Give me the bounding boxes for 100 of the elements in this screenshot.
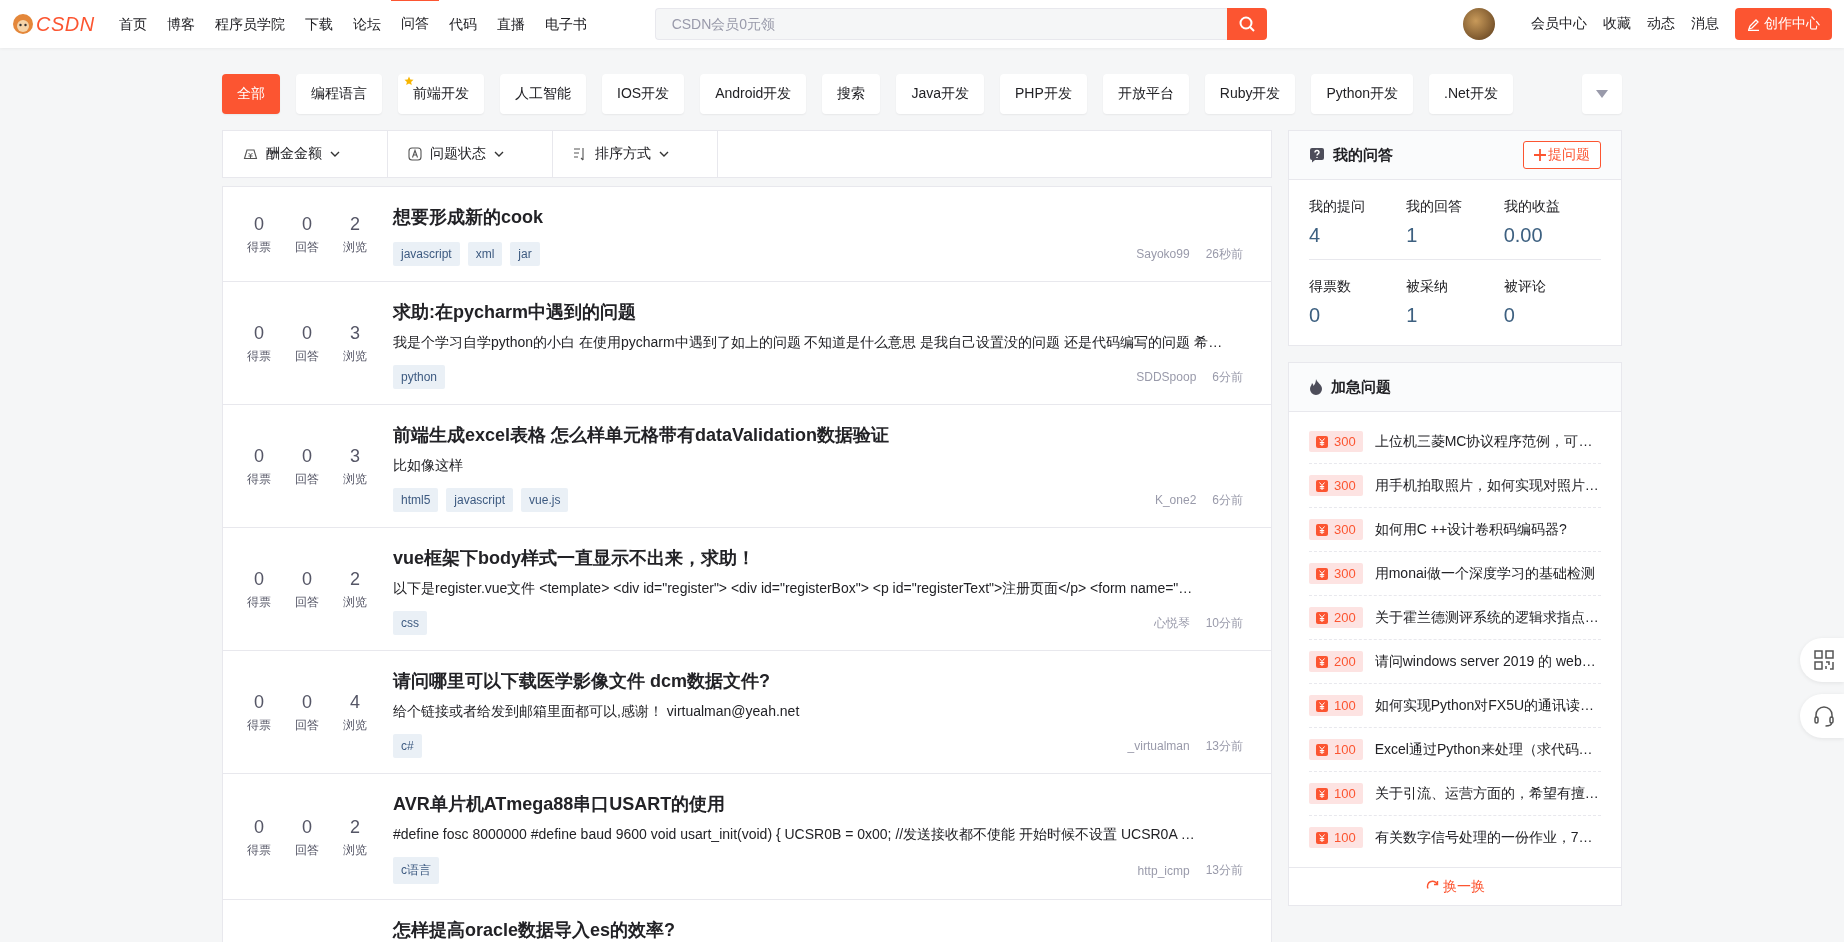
tag[interactable]: css	[393, 611, 427, 635]
question-title[interactable]: 请问哪里可以下载医学影像文件 dcm数据文件?	[393, 668, 1243, 694]
reward-badge: 300	[1309, 431, 1363, 452]
stat-label: 得票数	[1309, 278, 1352, 296]
stat-count: 0	[302, 214, 312, 235]
urgent-question-link[interactable]: 有关数字信号处理的一份作业，7…	[1374, 828, 1593, 847]
reward-badge: 100	[1309, 695, 1363, 716]
nav-link[interactable]: 电子书	[534, 0, 597, 48]
category-tab[interactable]: IOS开发	[602, 74, 685, 114]
nav-link[interactable]: 收藏	[1595, 15, 1639, 33]
stat-label: 回答	[295, 594, 319, 611]
question-excerpt: 我是个学习自学python的小白 在使用pycharm中遇到了如上的问题 不知道是什么意思 是我自己设置没的问题 还是代码编写的问题 希…	[393, 333, 1224, 352]
nav-link[interactable]: 会员中心	[1523, 15, 1595, 33]
category-tab[interactable]: Ruby开发	[1204, 74, 1296, 114]
yuan-icon	[1316, 787, 1328, 800]
stat-value[interactable]: 1	[1406, 304, 1504, 327]
question-excerpt: 以下是register.vue文件 <template> <div id="register"> <div id="registerBox"> <p id="registerText">注册页面</p> <form name="…	[393, 579, 1194, 598]
nav-link[interactable]: 下载	[294, 0, 343, 48]
question-title[interactable]: 求助:在pycharm中遇到的问题	[393, 299, 1243, 325]
nav-link[interactable]: 首页	[108, 0, 157, 48]
category-tab[interactable]: PHP开发	[999, 74, 1087, 114]
category-tab[interactable]: Python开发	[1311, 74, 1414, 114]
plus-icon	[1534, 149, 1546, 161]
stat-count: 3	[350, 446, 360, 467]
nav-link[interactable]: 程序员学院	[204, 0, 295, 48]
stat-value[interactable]: 0	[1309, 304, 1407, 327]
nav-link[interactable]: 动态	[1639, 15, 1683, 33]
stat-count: 0	[254, 816, 264, 838]
yuan-icon	[1316, 523, 1328, 536]
post-time: 6分前	[1212, 491, 1243, 509]
stat-value[interactable]: 0.00	[1503, 224, 1601, 247]
nav-link[interactable]: 消息	[1683, 15, 1727, 33]
nav-link[interactable]: 代码	[438, 0, 487, 48]
stat-value[interactable]: 0	[1503, 304, 1601, 327]
urgent-question-link[interactable]: 关于霍兰德测评系统的逻辑求指点…	[1374, 608, 1599, 627]
stat-label: 浏览	[343, 348, 367, 365]
urgent-question-link[interactable]: 关于引流、运营方面的，希望有擅…	[1374, 784, 1599, 803]
reward-badge: 100	[1309, 827, 1363, 848]
question-excerpt: 比如像这样	[393, 456, 464, 475]
tag[interactable]: html5	[393, 488, 439, 512]
letter-a-icon	[408, 147, 422, 161]
urgent-question-link[interactable]: Excel通过Python来处理（求代码…	[1374, 740, 1593, 759]
tag[interactable]: c#	[393, 734, 422, 758]
qr-code-icon	[1814, 650, 1834, 670]
urgent-question-link[interactable]: 请问windows server 2019 的 web…	[1374, 652, 1596, 671]
search-button[interactable]	[1226, 8, 1267, 40]
stat-label: 回答	[295, 717, 319, 734]
nav-link[interactable]: 问答	[390, 0, 439, 49]
card-title: 加急问题	[1331, 377, 1391, 397]
monkey-logo-icon	[12, 13, 34, 35]
stat-count: 0	[302, 692, 312, 713]
category-tab[interactable]: Android开发	[700, 74, 807, 114]
stat-label: 回答	[295, 239, 319, 256]
category-tab[interactable]: 前端开发	[398, 74, 484, 114]
reward-badge: 300	[1309, 519, 1363, 540]
yuan-icon	[1316, 567, 1328, 580]
category-tab[interactable]: 人工智能	[500, 74, 586, 114]
urgent-question-link[interactable]: 用monai做一个深度学习的基础检测	[1374, 564, 1595, 583]
stat-value[interactable]: 1	[1406, 224, 1504, 247]
category-tab[interactable]: 编程语言	[296, 74, 382, 114]
tag[interactable]: xml	[467, 242, 503, 266]
tag[interactable]: jar	[510, 242, 540, 266]
more-categories-button[interactable]	[1582, 74, 1622, 114]
category-tab[interactable]: 开放平台	[1102, 74, 1189, 114]
urgent-question-link[interactable]: 如何实现Python对FX5U的通讯读…	[1374, 696, 1595, 715]
category-tab[interactable]: Java开发	[896, 74, 984, 114]
question-title[interactable]: 前端生成excel表格 怎么样单元格带有dataValidation数据验证	[393, 422, 1243, 448]
question-title[interactable]: AVR单片机ATmega88串口USART的使用	[393, 791, 1243, 817]
stat-value[interactable]: 4	[1309, 224, 1407, 247]
nav-link[interactable]: 论坛	[342, 0, 391, 48]
question-title[interactable]: 怎样提高oracle数据导入es的效率?	[393, 917, 1243, 942]
question-title[interactable]: vue框架下body样式一直显示不出来，求助！	[393, 545, 1243, 571]
urgent-question-link[interactable]: 用手机拍取照片，如何实现对照片…	[1374, 476, 1599, 495]
urgent-question-link[interactable]: 如何用C ++设计卷积码编码器?	[1374, 520, 1567, 539]
qr-code-button[interactable]	[1800, 638, 1844, 682]
reward-badge: 300	[1309, 475, 1363, 496]
tag[interactable]: c语言	[393, 857, 439, 884]
question-title[interactable]: 想要形成新的cook	[393, 204, 1243, 230]
customer-service-button[interactable]	[1800, 694, 1844, 738]
nav-link[interactable]: 博客	[156, 0, 205, 48]
tag[interactable]: javascript	[446, 488, 514, 512]
yuan-icon	[1316, 699, 1328, 712]
stat-label: 得票	[247, 717, 271, 734]
stat-label: 浏览	[343, 841, 367, 859]
chevron-down-icon	[659, 151, 669, 157]
stat-label: 得票	[247, 841, 271, 859]
user-avatar[interactable]	[1463, 8, 1495, 40]
post-time: 10分前	[1205, 614, 1243, 632]
category-tab[interactable]: 搜索	[822, 74, 881, 114]
nav-link[interactable]: 直播	[486, 0, 535, 48]
post-time: 13分前	[1205, 862, 1243, 879]
stat-count: 0	[302, 323, 312, 344]
search-field[interactable]: CSDN会员0元领	[654, 8, 1227, 40]
urgent-question-link[interactable]: 上位机三菱MC协议程序范例，可…	[1374, 432, 1593, 451]
stat-label: 得票	[247, 348, 271, 365]
category-tab[interactable]: .Net开发	[1429, 74, 1513, 114]
tag[interactable]: python	[393, 365, 446, 389]
tag[interactable]: vue.js	[521, 488, 569, 512]
tag[interactable]: javascript	[393, 242, 460, 266]
stat-count: 0	[254, 692, 264, 713]
